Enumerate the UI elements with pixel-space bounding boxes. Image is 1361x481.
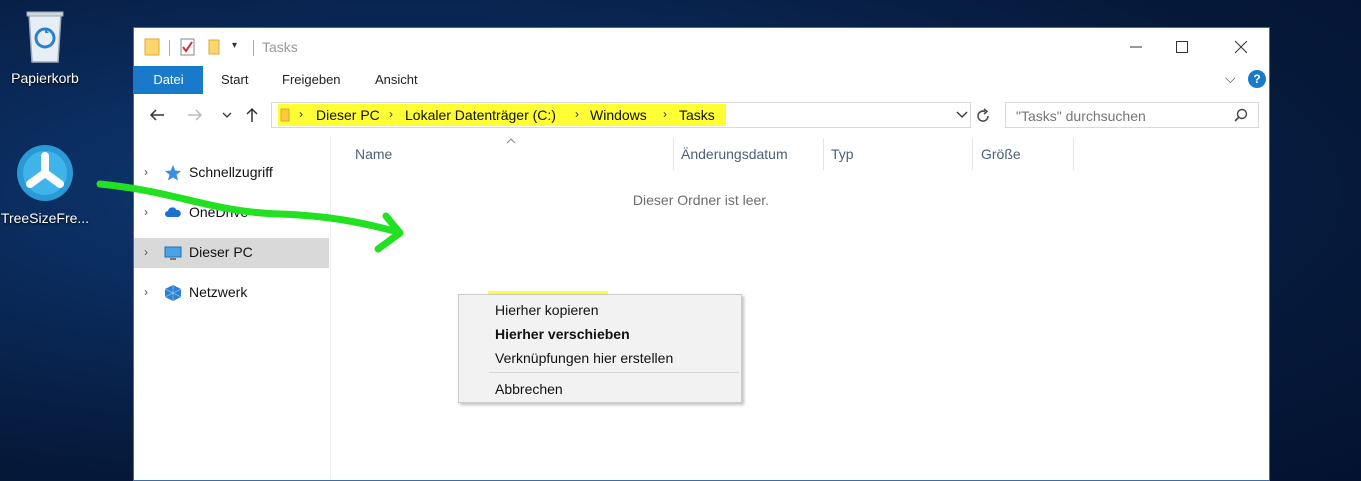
title-bar: ▾ Tasks [134,28,1269,66]
column-separator[interactable] [1073,138,1074,170]
column-separator[interactable] [823,138,824,170]
column-separator[interactable] [972,138,973,170]
column-header-type[interactable]: Typ [831,146,854,162]
forward-arrow-icon [188,109,203,121]
menu-separator [489,372,739,373]
chevron-right-icon[interactable]: › [389,107,393,121]
close-icon [1235,41,1247,53]
column-header-name[interactable]: Name [355,146,392,162]
quick-access-dropdown-icon[interactable]: ▾ [232,40,237,51]
new-folder-icon[interactable] [207,38,221,56]
maximize-button[interactable] [1153,28,1211,66]
menu-item-copy-here[interactable]: Hierher kopieren [495,302,599,318]
menu-item-move-here[interactable]: Hierher verschieben [495,326,630,342]
recycle-bin-icon [26,11,64,63]
up-arrow-icon [246,107,258,122]
search-input[interactable] [1014,107,1228,125]
crumb-tasks[interactable]: Tasks [679,107,715,123]
treesize-icon [17,145,73,201]
expand-chevron-icon[interactable]: › [144,165,148,179]
menu-item-cancel[interactable]: Abbrechen [495,381,563,397]
empty-folder-text: Dieser Ordner ist leer. [632,192,770,208]
ribbon-expand-icon[interactable]: ⌵ [1225,70,1236,87]
network-icon [164,285,182,301]
address-field[interactable]: › Dieser PC › Lokaler Datenträger (C:) ›… [271,102,971,128]
nav-item-dieser-pc[interactable]: › Dieser PC [134,238,329,268]
nav-item-label: Dieser PC [189,244,253,260]
folder-icon [280,108,290,122]
expand-chevron-icon[interactable]: › [144,245,148,259]
recycle-bin-desktop-icon[interactable]: Papierkorb [0,8,95,86]
chevron-down-icon [222,112,232,118]
help-icon[interactable]: ? [1248,70,1266,88]
nav-item-label: Schnellzugriff [189,164,273,180]
menu-item-create-shortcuts[interactable]: Verknüpfungen hier erstellen [495,350,673,366]
nav-item-onedrive[interactable]: › OneDrive [134,198,329,228]
refresh-button[interactable] [972,105,994,127]
refresh-icon [977,108,989,122]
explorer-window: ▾ Tasks Datei Start Freigeben Ansicht ⌵ … [133,27,1270,481]
folder-icon [144,38,160,56]
toolbar-divider [253,40,254,56]
expand-chevron-icon[interactable]: › [144,285,148,299]
close-button[interactable] [1212,28,1269,66]
column-header-date[interactable]: Änderungsdatum [681,146,788,162]
ribbon-tabs: Datei Start Freigeben Ansicht ⌵ ? [134,66,1269,94]
chevron-right-icon[interactable]: › [299,107,303,121]
expand-chevron-icon[interactable]: › [144,205,148,219]
tab-freigeben[interactable]: Freigeben [282,66,341,94]
nav-item-schnellzugriff[interactable]: › Schnellzugriff [134,158,329,188]
tab-ansicht[interactable]: Ansicht [375,66,418,94]
context-menu: Hierher kopieren Hierher verschieben Ver… [458,294,742,403]
nav-item-netzwerk[interactable]: › Netzwerk [134,278,329,308]
pc-icon [164,246,182,260]
tab-start[interactable]: Start [221,66,248,94]
recent-locations-button[interactable] [216,104,238,126]
sort-ascending-icon [506,138,516,144]
navigation-pane: › Schnellzugriff › OneDrive › Dieser PC … [134,136,330,480]
treesize-desktop-icon[interactable]: TreeSizeFre... [0,144,95,226]
properties-icon[interactable] [180,38,196,56]
address-bar-row: › Dieser PC › Lokaler Datenträger (C:) ›… [134,96,1269,136]
search-icon[interactable] [1234,108,1248,122]
tab-datei[interactable]: Datei [134,66,203,94]
minimize-icon [1130,46,1142,48]
nav-item-label: OneDrive [189,204,249,220]
toolbar-divider [169,40,170,56]
crumb-windows[interactable]: Windows [590,107,647,123]
chevron-right-icon[interactable]: › [663,107,667,121]
cloud-icon [165,207,181,217]
crumb-lokaler-datentraeger[interactable]: Lokaler Datenträger (C:) [405,107,556,123]
window-title: Tasks [262,39,298,55]
forward-button[interactable] [184,104,206,126]
column-header-size[interactable]: Größe [981,146,1021,162]
treesize-label: TreeSizeFre... [0,210,90,226]
pane-divider [330,136,331,480]
back-arrow-icon [149,109,164,121]
search-box[interactable] [1005,102,1259,128]
nav-item-label: Netzwerk [189,284,248,300]
maximize-icon [1176,41,1188,53]
crumb-dieser-pc[interactable]: Dieser PC [316,107,380,123]
up-button[interactable] [241,104,263,126]
recycle-bin-label: Papierkorb [11,70,79,86]
back-button[interactable] [146,104,168,126]
address-dropdown-icon[interactable] [956,111,968,119]
chevron-right-icon[interactable]: › [575,107,579,121]
star-icon [165,165,181,181]
column-separator[interactable] [673,138,674,170]
